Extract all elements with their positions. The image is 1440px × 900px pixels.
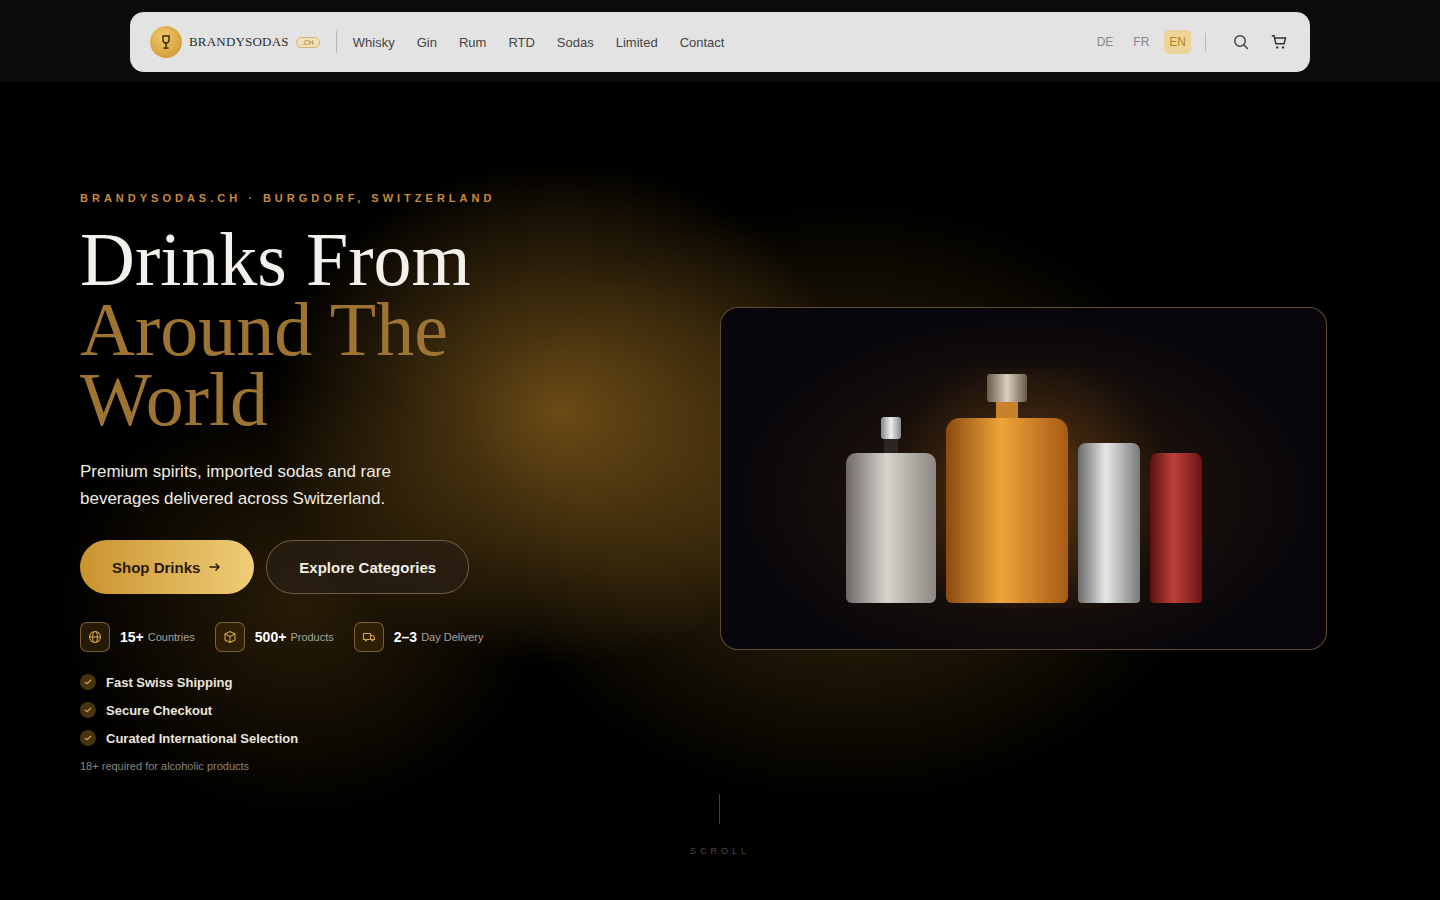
search-icon[interactable] xyxy=(1232,33,1250,51)
glass-icon xyxy=(158,34,174,50)
language-option[interactable]: DE xyxy=(1092,30,1119,54)
stat-item: 500+ Products xyxy=(215,622,334,652)
nav-divider xyxy=(336,31,337,53)
stats-row: 15+ Countries 500+ Products 2–3 Day Deli… xyxy=(80,622,640,652)
hero-subtitle: Premium spirits, imported sodas and rare… xyxy=(80,458,425,512)
stat-icon-box xyxy=(215,622,245,652)
stat-icon-box xyxy=(80,622,110,652)
top-bar: BRANDYSODAS .CH Whisky Gin Rum RTD Sodas Limi… xyxy=(0,0,1440,82)
title-line: Around The xyxy=(80,294,640,364)
nav-link[interactable]: Limited xyxy=(616,35,658,50)
scroll-line xyxy=(719,794,720,824)
hero-eyebrow: BRANDYSODAS.CH · BURGDORF, SWITZERLAND xyxy=(80,192,640,204)
page: BRANDYSODAS .CH Whisky Gin Rum RTD Sodas Limi… xyxy=(0,0,1440,900)
nav-divider xyxy=(1205,33,1206,51)
arrow-right-icon xyxy=(208,560,222,574)
scroll-label: SCROLL xyxy=(690,846,750,856)
feature-list: Fast Swiss Shipping Secure Checkout Cura… xyxy=(80,674,640,746)
feature-item: Curated International Selection xyxy=(80,730,640,746)
hero-content: BRANDYSODAS.CH · BURGDORF, SWITZERLAND D… xyxy=(0,82,1440,772)
stat-label: Countries xyxy=(148,631,195,643)
product-photo xyxy=(720,307,1327,650)
nav-link[interactable]: Gin xyxy=(417,35,437,50)
truck-icon xyxy=(362,630,376,644)
nav-link[interactable]: Contact xyxy=(680,35,725,50)
stat-label: Day Delivery xyxy=(421,631,483,643)
feature-item: Secure Checkout xyxy=(80,702,640,718)
stat-value: 2–3 xyxy=(394,629,417,645)
hero-text: BRANDYSODAS.CH · BURGDORF, SWITZERLAND D… xyxy=(80,192,640,772)
explore-categories-button[interactable]: Explore Categories xyxy=(266,540,469,594)
hero-buttons: Shop Drinks Explore Categories xyxy=(80,540,640,594)
language-option[interactable]: FR xyxy=(1128,30,1154,54)
language-option[interactable]: EN xyxy=(1164,30,1191,54)
hero-section: BRANDYSODAS.CH · BURGDORF, SWITZERLAND D… xyxy=(0,82,1440,900)
stat-label: Products xyxy=(290,631,333,643)
stat-item: 2–3 Day Delivery xyxy=(354,622,484,652)
nav-actions: DE FR EN xyxy=(1092,30,1288,54)
nav-link[interactable]: Rum xyxy=(459,35,486,50)
nav-link[interactable]: Whisky xyxy=(353,35,395,50)
silver-can xyxy=(1078,443,1140,603)
globe-icon xyxy=(88,630,102,644)
feature-item: Fast Swiss Shipping xyxy=(80,674,640,690)
shop-drinks-button[interactable]: Shop Drinks xyxy=(80,540,254,594)
age-note: 18+ required for alcoholic products xyxy=(80,760,640,772)
nav-links: Whisky Gin Rum RTD Sodas Limited Contact xyxy=(353,35,725,50)
check-icon xyxy=(80,674,96,690)
bottle-group xyxy=(846,374,1202,649)
nav-link[interactable]: Sodas xyxy=(557,35,594,50)
cart-icon[interactable] xyxy=(1270,33,1288,51)
brand-logo[interactable]: BRANDYSODAS .CH xyxy=(150,26,320,58)
whisky-decanter xyxy=(946,374,1068,603)
box-icon xyxy=(223,630,237,644)
nav-link[interactable]: RTD xyxy=(508,35,534,50)
clear-bottle xyxy=(846,417,936,603)
domain-badge: .CH xyxy=(296,37,320,48)
title-line: Drinks From xyxy=(80,224,640,294)
logo-icon xyxy=(150,26,182,58)
stat-value: 15+ xyxy=(120,629,144,645)
stat-item: 15+ Countries xyxy=(80,622,195,652)
title-line: World xyxy=(80,364,640,434)
stat-value: 500+ xyxy=(255,629,287,645)
red-can xyxy=(1150,453,1202,603)
stat-icon-box xyxy=(354,622,384,652)
scroll-indicator[interactable]: SCROLL xyxy=(690,794,750,856)
nav-bar: BRANDYSODAS .CH Whisky Gin Rum RTD Sodas Limi… xyxy=(130,12,1310,72)
check-icon xyxy=(80,702,96,718)
brand-name: BRANDYSODAS xyxy=(189,34,289,50)
check-icon xyxy=(80,730,96,746)
hero-title: Drinks FromAround TheWorld xyxy=(80,224,640,434)
